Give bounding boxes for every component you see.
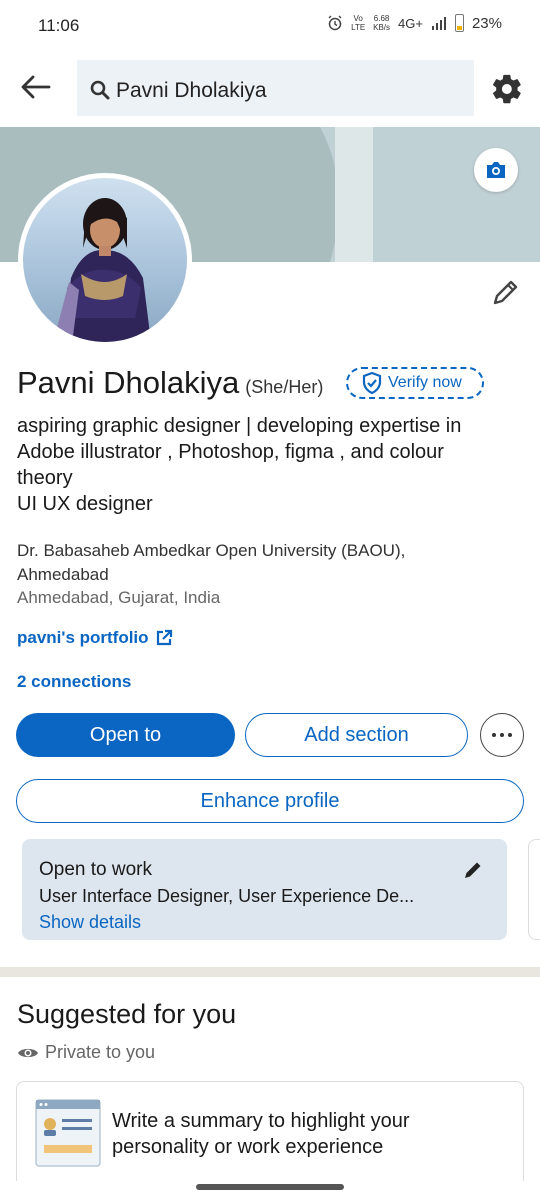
network-speed-unit: KB/s: [373, 23, 391, 32]
add-section-button[interactable]: Add section: [245, 713, 468, 757]
status-time: 11:06: [38, 16, 80, 35]
headline-line: UI UX designer: [17, 493, 153, 515]
shield-check-icon: [362, 372, 382, 394]
open-to-button[interactable]: Open to: [16, 713, 235, 757]
back-button[interactable]: [18, 70, 58, 106]
profile-photo[interactable]: [18, 173, 192, 347]
more-options-button[interactable]: [480, 713, 524, 757]
headline-line: Adobe illustrator , Photoshop, figma , a…: [17, 441, 444, 463]
portfolio-link[interactable]: pavni's portfolio: [17, 628, 173, 648]
suggestion-line: personality or work experience: [112, 1136, 384, 1158]
dot-icon: [508, 733, 512, 737]
privacy-note: Private to you: [17, 1042, 155, 1063]
edit-open-to-work-button[interactable]: [462, 859, 486, 883]
pencil-icon: [465, 862, 481, 878]
verify-now-button[interactable]: Verify now: [346, 367, 484, 399]
profile-name: Pavni Dholakiya: [17, 365, 240, 400]
search-input[interactable]: Pavni Dholakiya: [77, 60, 474, 116]
next-card-peek[interactable]: [528, 839, 540, 940]
alarm-icon: [328, 15, 342, 31]
settings-button[interactable]: [490, 72, 524, 106]
dot-icon: [500, 733, 504, 737]
profile-headline: aspiring graphic designer | developing e…: [17, 413, 522, 517]
headline-line: theory: [17, 467, 73, 489]
top-bar: Pavni Dholakiya: [0, 56, 540, 120]
suggestion-card[interactable]: Write a summary to highlight your person…: [16, 1081, 524, 1181]
open-to-work-title: Open to work: [39, 859, 152, 880]
network-speed-value: 6.68: [373, 14, 390, 23]
education-line: Dr. Babasaheb Ambedkar Open University (…: [17, 541, 406, 560]
suggestion-text: Write a summary to highlight your person…: [112, 1108, 410, 1160]
network-type: 4G+: [398, 15, 423, 31]
status-icons: Vo LTE 6.68 KB/s 4G+ 23%: [327, 14, 502, 32]
portfolio-label: pavni's portfolio: [17, 628, 149, 647]
volte-indicator: Vo LTE: [351, 14, 366, 32]
gear-icon: [493, 74, 521, 104]
battery-level: 23%: [471, 14, 502, 32]
battery-icon: [454, 14, 464, 32]
back-arrow-icon: [21, 75, 51, 99]
open-to-work-roles: User Interface Designer, User Experience…: [39, 886, 415, 906]
search-icon: [90, 80, 110, 100]
eye-icon: [18, 1048, 38, 1057]
camera-icon: [487, 162, 505, 178]
show-details-link[interactable]: Show details: [39, 912, 141, 933]
profile-pronouns: (She/Her): [245, 377, 324, 397]
edit-background-button[interactable]: [474, 148, 518, 192]
suggested-title: Suggested for you: [17, 999, 237, 1029]
dot-icon: [492, 733, 496, 737]
enhance-profile-button[interactable]: Enhance profile: [16, 779, 524, 823]
avatar-image: [23, 178, 187, 342]
headline-line: aspiring graphic designer | developing e…: [17, 415, 462, 437]
external-link-icon: [156, 629, 172, 646]
network-speed: 6.68 KB/s: [373, 14, 390, 32]
search-query: Pavni Dholakiya: [116, 79, 267, 102]
avatar: [23, 178, 187, 342]
signal-icon: [431, 17, 446, 30]
education-line: Ahmedabad: [17, 565, 109, 584]
profile-education[interactable]: Dr. Babasaheb Ambedkar Open University (…: [17, 539, 405, 587]
profile-location: Ahmedabad, Gujarat, India: [17, 588, 221, 607]
section-divider: [0, 967, 540, 977]
open-to-work-card[interactable]: Open to work User Interface Designer, Us…: [22, 839, 507, 940]
status-bar: 11:06 Vo LTE 6.68 KB/s 4G+ 23%: [0, 0, 540, 50]
privacy-label: Private to you: [45, 1042, 156, 1062]
name-row: Pavni Dholakiya (She/Her): [17, 365, 323, 405]
home-indicator[interactable]: [196, 1184, 344, 1190]
suggestion-line: Write a summary to highlight your: [112, 1110, 410, 1132]
connections-link[interactable]: 2 connections: [17, 672, 131, 692]
edit-intro-button[interactable]: [490, 278, 524, 312]
verify-now-label: Verify now: [388, 374, 462, 391]
pencil-icon: [493, 280, 518, 305]
summary-illustration-icon: [35, 1099, 101, 1167]
